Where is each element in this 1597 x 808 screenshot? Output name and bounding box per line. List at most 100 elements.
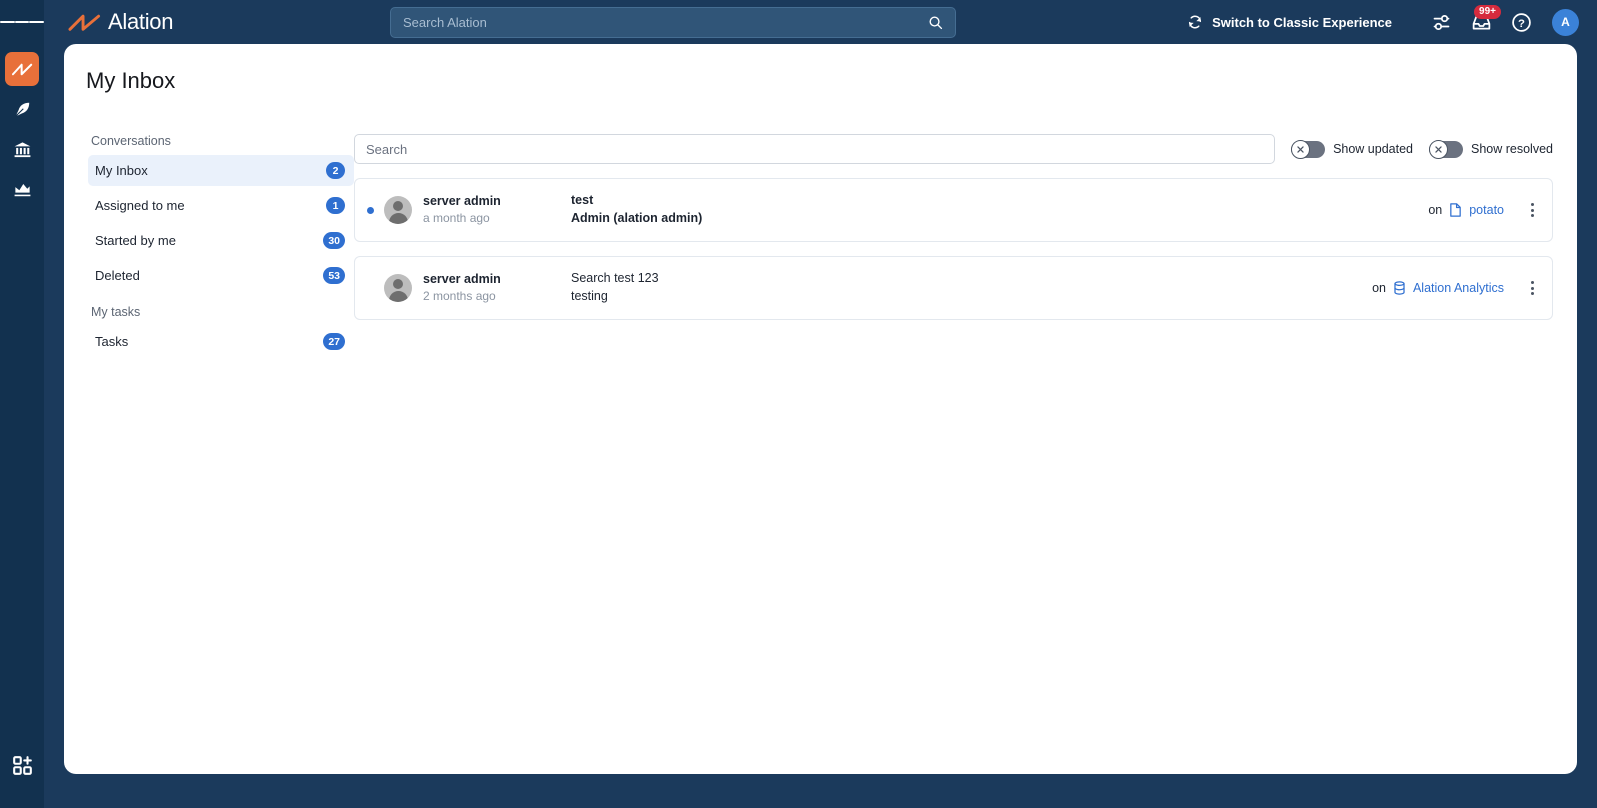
user-avatar-placeholder-icon: [384, 196, 412, 224]
unread-indicator-dot: [367, 206, 374, 214]
toggle-show-updated-knob: [1291, 139, 1311, 159]
svg-text:?: ?: [1518, 17, 1525, 29]
bank-institution-icon: [14, 141, 30, 157]
sidebar-item-count: 1: [326, 197, 345, 214]
kebab-dot: [1530, 203, 1534, 206]
conversation-panel: Search Show updated Show resolved server…: [354, 134, 1577, 361]
database-cylinder-icon: [1394, 281, 1405, 295]
rail-item-apps[interactable]: [5, 748, 39, 782]
conversation-object: on potato: [1428, 203, 1504, 217]
author-name: server admin: [423, 193, 501, 208]
left-app-rail: [0, 0, 45, 808]
global-search-placeholder: Search Alation: [403, 15, 487, 30]
nav-group-title-conversations: Conversations: [91, 134, 171, 148]
kebab-dot: [1530, 292, 1534, 295]
search-input[interactable]: Search: [354, 134, 1276, 164]
toggle-show-resolved-label: Show resolved: [1471, 142, 1553, 156]
conversation-row[interactable]: server admin a month ago test Admin (ala…: [354, 178, 1553, 242]
message-body: Admin (alation admin): [571, 211, 703, 225]
nav-group-title-my-tasks: My tasks: [91, 305, 141, 319]
x-circle-icon: [1297, 145, 1304, 153]
message-title: test: [571, 193, 594, 208]
hamburger-line: [14, 21, 30, 23]
object-link[interactable]: potato: [1469, 203, 1504, 217]
sidebar-item-label: Deleted: [95, 268, 140, 283]
toggle-show-updated-label: Show updated: [1333, 142, 1413, 156]
global-search-input[interactable]: Search Alation: [390, 7, 956, 38]
toggle-show-updated[interactable]: Show updated: [1291, 139, 1413, 159]
sidebar-item-label: Started by me: [95, 233, 176, 248]
sidebar-item-my-inbox[interactable]: My Inbox 2: [88, 155, 354, 186]
grid-plus-apps-icon: [12, 755, 32, 775]
rail-item-curation[interactable]: [5, 92, 39, 126]
kebab-dot: [1530, 286, 1534, 290]
sidebar-item-count: 2: [326, 162, 345, 179]
conversation-message: test Admin (alation admin): [571, 192, 1428, 228]
kebab-dot: [1530, 214, 1534, 217]
hamburger-menu-icon[interactable]: [0, 0, 45, 44]
article-document-icon: [1450, 203, 1462, 217]
hamburger-line: [0, 21, 15, 23]
help-button[interactable]: ?: [1504, 5, 1538, 39]
conversation-author: server admin 2 months ago: [423, 271, 571, 305]
conversation-message: Search test 123 testing: [571, 270, 1372, 306]
chart-analytics-icon: [14, 183, 30, 196]
message-title: Search test 123: [571, 271, 659, 286]
toggle-show-updated-track[interactable]: [1291, 139, 1326, 159]
user-avatar-placeholder-icon: [384, 274, 412, 302]
rail-item-list: [5, 52, 39, 206]
sliders-settings-icon: [1433, 14, 1449, 30]
rail-item-analytics[interactable]: [5, 172, 39, 206]
conversation-row[interactable]: server admin 2 months ago Search test 12…: [354, 256, 1553, 320]
alation-logo-icon: [11, 63, 32, 75]
author-timestamp: a month ago: [423, 210, 490, 225]
kebab-dot: [1530, 208, 1534, 212]
sidebar-item-deleted[interactable]: Deleted 53: [88, 260, 354, 291]
on-label: on: [1428, 203, 1443, 217]
main-content-card: My Inbox Conversations My Inbox 2 Assign…: [64, 44, 1577, 774]
search-icon[interactable]: [928, 15, 943, 30]
sidebar-item-label: Assigned to me: [95, 198, 185, 213]
switch-to-classic-button[interactable]: Switch to Classic Experience: [1187, 14, 1392, 30]
kebab-vertical-menu-icon[interactable]: [1522, 281, 1542, 295]
sidebar-item-count: 53: [323, 267, 345, 284]
question-circle-help-icon: ?: [1511, 12, 1531, 32]
toggle-show-resolved[interactable]: Show resolved: [1429, 139, 1553, 159]
page-title: My Inbox: [86, 68, 176, 93]
rail-item-home[interactable]: [5, 52, 39, 86]
unread-indicator-dot: [367, 285, 374, 292]
inbox-left-navigation: Conversations My Inbox 2 Assigned to me …: [64, 134, 354, 361]
message-body: testing: [571, 289, 608, 303]
conversation-author: server admin a month ago: [423, 193, 571, 227]
topbar-right-actions: Switch to Classic Experience 99+ ? A: [1187, 0, 1579, 44]
content-body: Conversations My Inbox 2 Assigned to me …: [64, 134, 1577, 361]
kebab-vertical-menu-icon[interactable]: [1522, 203, 1542, 217]
on-label: on: [1372, 281, 1386, 295]
sidebar-item-count: 30: [323, 232, 345, 249]
toggle-show-resolved-track[interactable]: [1429, 139, 1463, 159]
top-navigation-bar: Alation Search Alation Switch to Classic…: [44, 0, 1597, 44]
rail-item-governance[interactable]: [5, 132, 39, 166]
kebab-dot: [1530, 281, 1534, 284]
conversation-object: on Alation Analytics: [1372, 281, 1504, 295]
sidebar-item-started-by-me[interactable]: Started by me 30: [88, 225, 354, 256]
brand-logo-link[interactable]: Alation: [68, 9, 173, 35]
settings-button[interactable]: [1424, 5, 1458, 39]
author-timestamp: 2 months ago: [423, 288, 496, 303]
switch-to-classic-label: Switch to Classic Experience: [1212, 14, 1392, 30]
sidebar-item-assigned-to-me[interactable]: Assigned to me 1: [88, 190, 354, 221]
hamburger-line: [29, 21, 45, 23]
user-avatar-initial: A: [1561, 15, 1570, 29]
sidebar-item-count: 27: [323, 333, 345, 350]
inbox-badge-count: 99+: [1474, 5, 1501, 19]
brand-name: Alation: [108, 9, 174, 34]
alation-bowtie-logo: [68, 14, 101, 31]
filter-row: Search Show updated Show resolved: [354, 134, 1553, 164]
inbox-button[interactable]: 99+: [1464, 5, 1501, 39]
object-link[interactable]: Alation Analytics: [1413, 281, 1504, 295]
sidebar-item-tasks[interactable]: Tasks 27: [88, 326, 354, 357]
sidebar-item-label: Tasks: [95, 334, 129, 349]
user-avatar-button[interactable]: A: [1552, 8, 1579, 36]
refresh-sync-icon: [1189, 15, 1202, 29]
toggle-show-resolved-knob: [1429, 139, 1448, 159]
